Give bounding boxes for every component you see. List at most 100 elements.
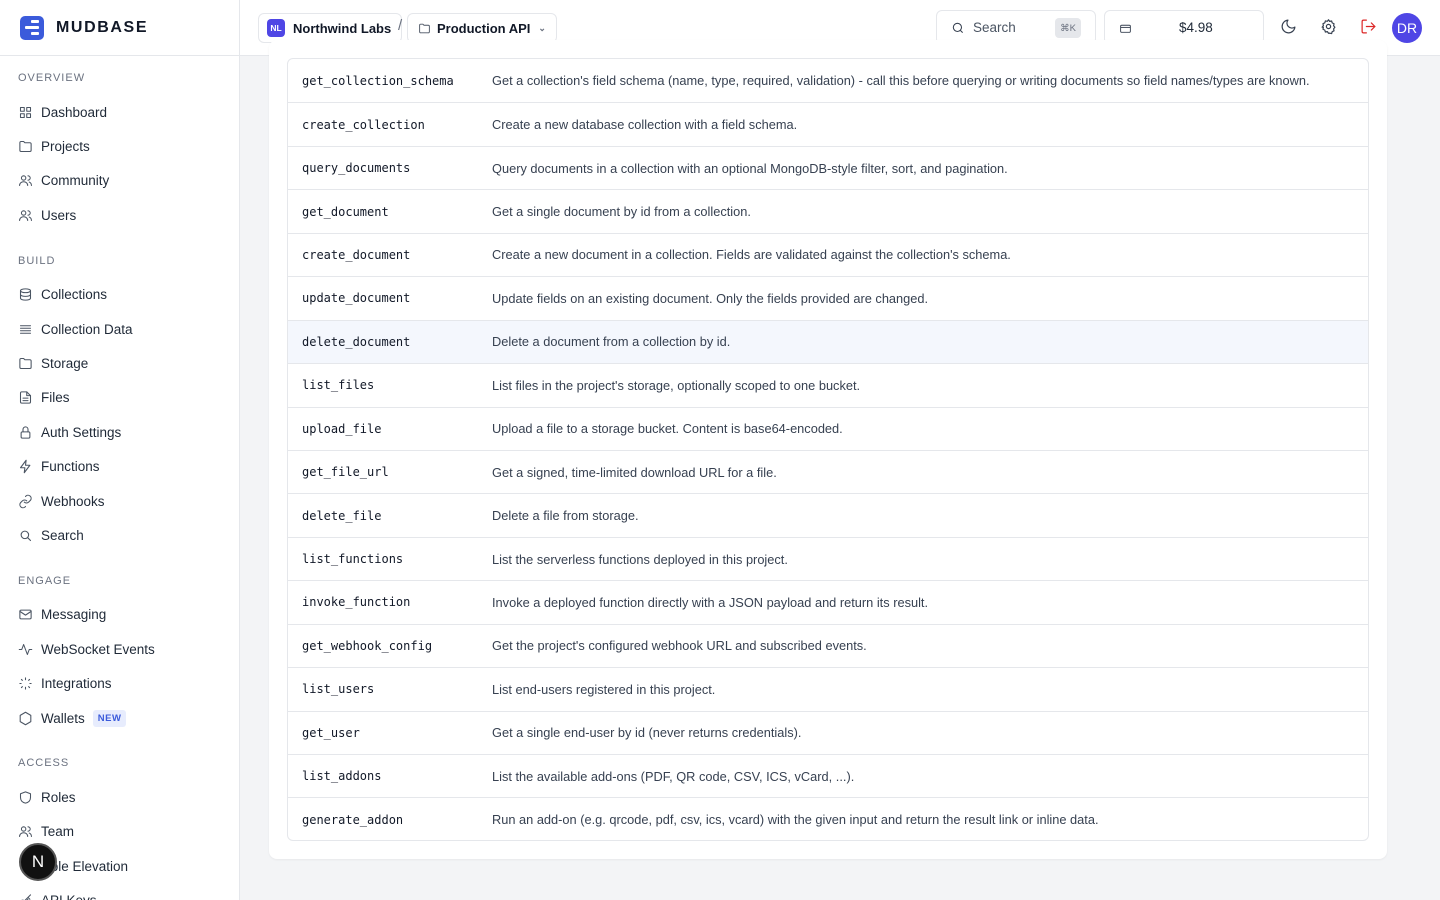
- logout-icon[interactable]: [1359, 17, 1377, 35]
- new-badge: NEW: [92, 709, 127, 727]
- table-row[interactable]: list_users List end-users registered in t…: [288, 667, 1368, 710]
- tool-description: Get a signed, time-limited download URL …: [492, 464, 777, 480]
- tool-description: List files in the project's storage, opt…: [492, 377, 861, 393]
- users-icon: [18, 824, 33, 839]
- table-row[interactable]: delete_file Delete a file from storage.: [288, 493, 1368, 536]
- tool-description: Create a new database collection with a …: [492, 117, 798, 133]
- tool-description: Delete a file from storage.: [492, 508, 639, 524]
- tool-name: query_documents: [302, 161, 411, 176]
- tool-description: Query documents in a collection with an …: [492, 160, 1008, 176]
- sidebar-item-storage[interactable]: Storage: [0, 346, 239, 380]
- tool-description: Run an add-on (e.g. qrcode, pdf, csv, ic…: [492, 812, 1099, 828]
- users-icon: [18, 208, 33, 223]
- sidebar-item-auth-settings[interactable]: Auth Settings: [0, 415, 239, 449]
- tool-name: delete_document: [302, 334, 411, 349]
- brand[interactable]: MUDBASE: [0, 0, 239, 56]
- tool-description: List the available add-ons (PDF, QR code…: [492, 768, 855, 784]
- mudbase-logo-icon: [20, 15, 44, 40]
- table-row[interactable]: upload_file Upload a file to a storage bu…: [288, 406, 1368, 450]
- sidebar-item-collection-data[interactable]: Collection Data: [0, 312, 239, 346]
- project-name: Production API: [437, 20, 531, 36]
- tool-description: Get a single end-user by id (never retur…: [492, 725, 802, 741]
- table-row[interactable]: get_collection_schema Get a collection's …: [288, 59, 1368, 102]
- table-row[interactable]: create_collection Create a new database c…: [288, 102, 1368, 145]
- sidebar-item-community[interactable]: Community: [0, 164, 239, 198]
- tool-name: list_addons: [302, 769, 382, 784]
- key-icon: [18, 893, 33, 900]
- table-row[interactable]: list_addons List the available add-ons (P…: [288, 754, 1368, 797]
- org-switcher[interactable]: NL Northwind Labs: [258, 13, 403, 43]
- table-row[interactable]: create_document Create a new document in …: [288, 232, 1368, 276]
- sidebar-item-websocket-events[interactable]: WebSocket Events: [0, 632, 239, 666]
- brand-name: MUDBASE: [56, 18, 149, 36]
- tool-description: List end-users registered in this projec…: [492, 681, 716, 697]
- org-avatar: NL: [267, 19, 285, 37]
- sidebar-item-users[interactable]: Users: [0, 198, 239, 232]
- tool-name: invoke_function: [302, 595, 411, 610]
- user-avatar[interactable]: DR: [1392, 13, 1422, 43]
- sidebar-item-label: Integrations: [41, 676, 112, 692]
- table-row[interactable]: list_functions List the serverless functi…: [288, 536, 1368, 580]
- breadcrumb-separator: /: [398, 17, 403, 34]
- shield-icon: [18, 790, 33, 805]
- sidebar-item-projects[interactable]: Projects: [0, 129, 239, 163]
- chevron-down-icon: ⌄: [538, 22, 546, 33]
- tool-description: Invoke a deployed function directly with…: [492, 594, 929, 610]
- settings-gear-icon[interactable]: [1319, 17, 1337, 35]
- table-row[interactable]: delete_document Delete a document from a …: [288, 319, 1368, 364]
- table-row[interactable]: query_documents Query documents in a coll…: [288, 145, 1368, 189]
- hexagon-icon: [18, 711, 33, 726]
- sidebar-item-label: Team: [41, 824, 75, 840]
- tool-name: create_collection: [302, 117, 425, 132]
- database-icon: [18, 287, 33, 302]
- tool-name: get_webhook_config: [302, 638, 433, 653]
- sidebar-item-label: WebSocket Events: [41, 641, 155, 657]
- sidebar-item-dashboard[interactable]: Dashboard: [0, 95, 239, 129]
- nav-section-title: OVERVIEW: [18, 72, 86, 84]
- sidebar-item-label: Storage: [41, 356, 89, 372]
- search-shortcut: ⌘K: [1055, 18, 1081, 38]
- activity-icon: [18, 642, 33, 657]
- table-row[interactable]: generate_addon Run an add-on (e.g. qrcode…: [288, 797, 1368, 840]
- folder-icon: [419, 23, 430, 33]
- sidebar-item-wallets[interactable]: Wallets NEW: [0, 701, 239, 735]
- tool-name: get_document: [302, 204, 389, 219]
- sidebar-item-label: Webhooks: [41, 493, 105, 509]
- table-row[interactable]: get_webhook_config Get the project's conf…: [288, 623, 1368, 667]
- sidebar-item-label: Auth Settings: [41, 424, 122, 440]
- sidebar-item-integrations[interactable]: Integrations: [0, 666, 239, 700]
- tool-name: get_file_url: [302, 465, 389, 480]
- theme-toggle-moon-icon[interactable]: [1279, 17, 1297, 35]
- table-row[interactable]: get_user Get a single end-user by id (nev…: [288, 710, 1368, 754]
- folder-icon: [18, 356, 33, 371]
- tool-name: list_users: [302, 682, 375, 697]
- zap-icon: [18, 459, 33, 474]
- sidebar-item-api-keys[interactable]: API Keys: [0, 883, 239, 900]
- tool-name: get_user: [302, 725, 360, 740]
- nav-section-engage: ENGAGE Messaging WebSocket Events Integrati…: [0, 574, 239, 736]
- tools-table: get_collection_schema Get a collection's …: [287, 58, 1369, 841]
- sidebar-item-roles[interactable]: Roles: [0, 780, 239, 814]
- sidebar-item-messaging[interactable]: Messaging: [0, 598, 239, 632]
- sidebar-item-search[interactable]: Search: [0, 518, 239, 552]
- tool-name: delete_file: [302, 508, 382, 523]
- table-row[interactable]: invoke_function Invoke a deployed functio…: [288, 580, 1368, 623]
- sidebar-item-label: Projects: [41, 139, 90, 155]
- sidebar-item-collections[interactable]: Collections: [0, 278, 239, 312]
- table-row[interactable]: get_document Get a single document by id …: [288, 189, 1368, 232]
- table-row[interactable]: get_file_url Get a signed, time-limited d…: [288, 449, 1368, 493]
- dev-tools-button[interactable]: N: [19, 843, 57, 881]
- sidebar-item-label: Community: [41, 173, 110, 189]
- sidebar-item-webhooks[interactable]: Webhooks: [0, 484, 239, 518]
- sidebar-item-functions[interactable]: Functions: [0, 450, 239, 484]
- project-switcher[interactable]: Production API ⌄: [407, 13, 557, 43]
- table-row[interactable]: update_document Update fields on an exist…: [288, 276, 1368, 319]
- table-row[interactable]: list_files List files in the project's st…: [288, 363, 1368, 406]
- tool-name: list_files: [302, 378, 375, 393]
- sidebar-item-label: Search: [41, 527, 84, 543]
- sidebar-item-files[interactable]: Files: [0, 381, 239, 415]
- sidebar-item-label: Files: [41, 390, 70, 406]
- tool-name: upload_file: [302, 421, 382, 436]
- list-icon: [18, 322, 33, 337]
- tool-name: list_functions: [302, 552, 404, 567]
